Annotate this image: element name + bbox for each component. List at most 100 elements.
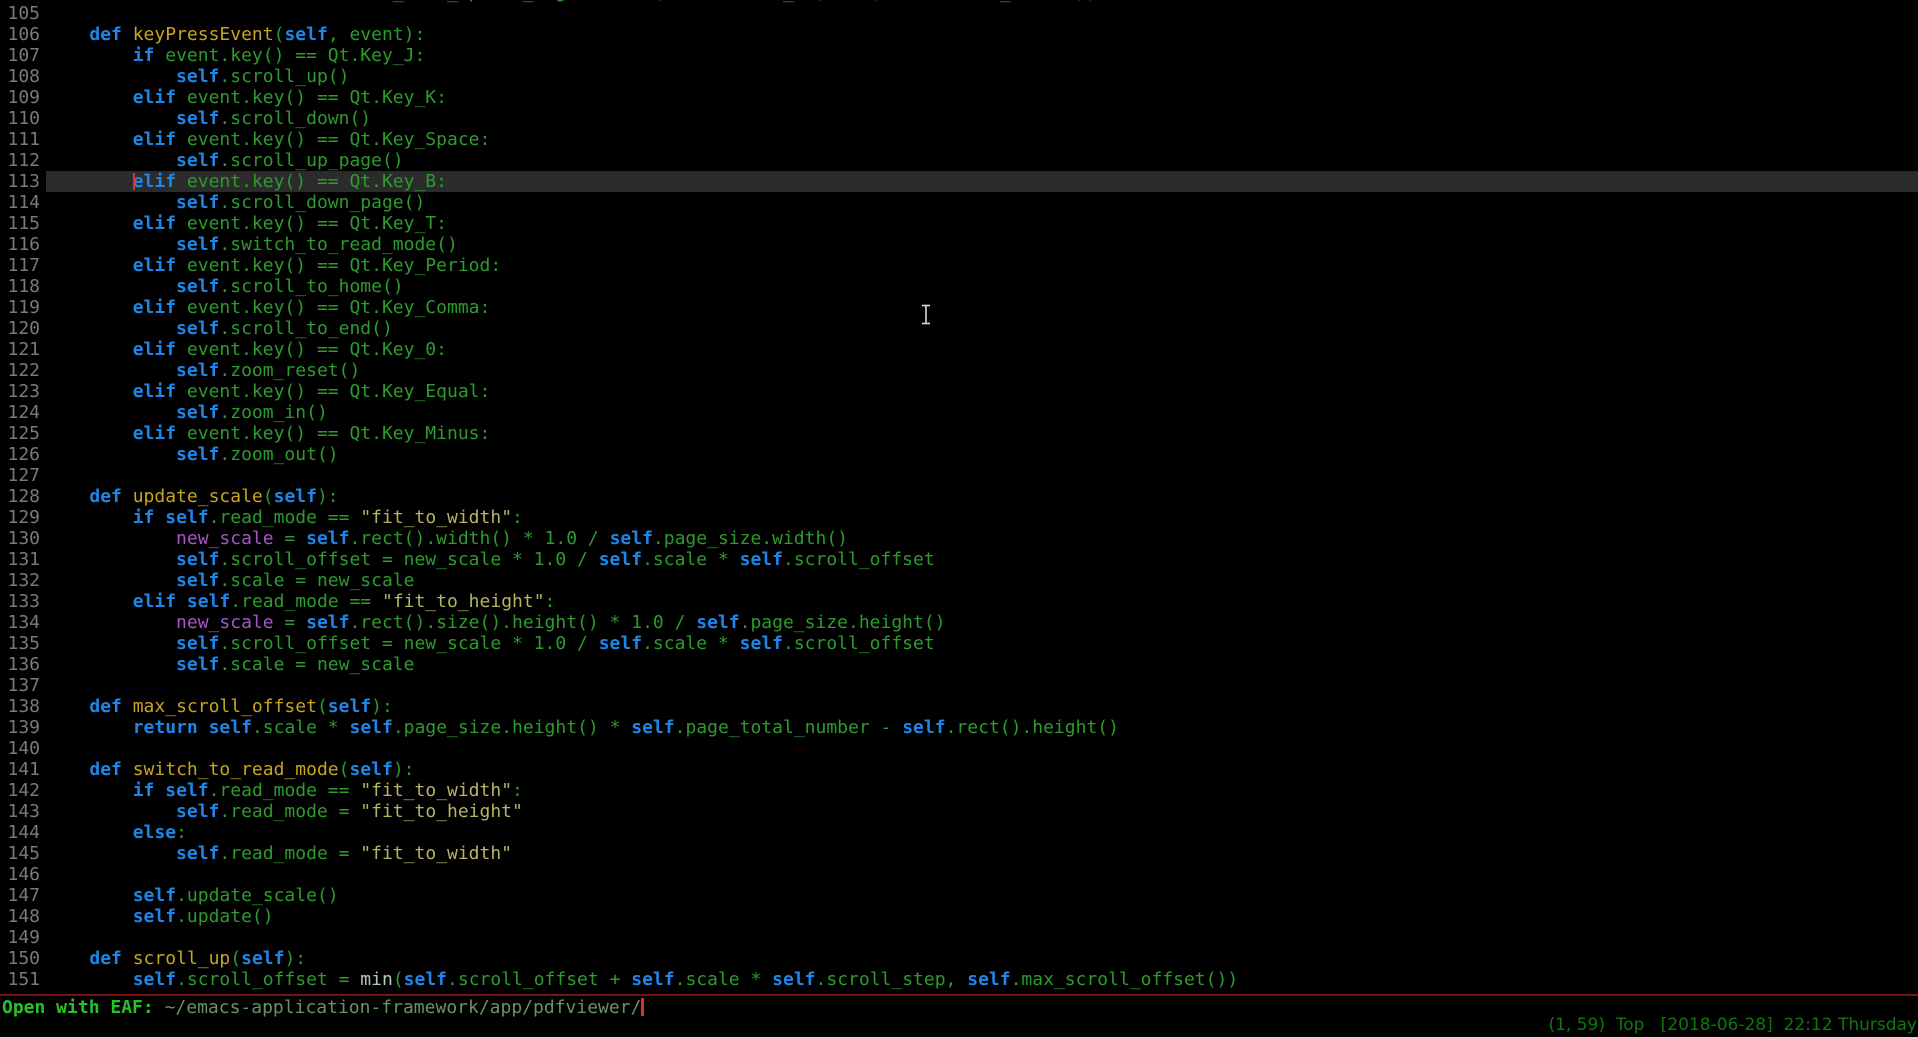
mode-line-divider [0, 994, 1918, 996]
code-line[interactable]: 136 self.scale = new_scale [0, 654, 1918, 675]
code-line[interactable]: 107 if event.key() == Qt.Key_J: [0, 45, 1918, 66]
line-number: 135 [0, 633, 46, 654]
code-line[interactable]: 135 self.scroll_offset = new_scale * 1.0… [0, 633, 1918, 654]
code-line[interactable]: 142 if self.read_mode == "fit_to_width": [0, 780, 1918, 801]
code-line[interactable]: 108 self.scroll_up() [0, 66, 1918, 87]
line-number: 130 [0, 528, 46, 549]
code-line[interactable]: 117 elif event.key() == Qt.Key_Period: [0, 255, 1918, 276]
code-line[interactable]: 128 def update_scale(self): [0, 486, 1918, 507]
code-text: self.zoom_reset() [46, 360, 1918, 381]
line-number: 109 [0, 87, 46, 108]
code-line[interactable]: 127 [0, 465, 1918, 486]
code-line[interactable]: 137 [0, 675, 1918, 696]
line-number: 121 [0, 339, 46, 360]
line-number: 126 [0, 444, 46, 465]
code-line[interactable]: 118 self.scroll_to_home() [0, 276, 1918, 297]
code-text: def scroll_up(self): [46, 948, 1918, 969]
code-line[interactable]: 133 elif self.read_mode == "fit_to_heigh… [0, 591, 1918, 612]
code-line[interactable]: 123 elif event.key() == Qt.Key_Equal: [0, 381, 1918, 402]
line-number: 116 [0, 234, 46, 255]
code-line[interactable]: 115 elif event.key() == Qt.Key_T: [0, 213, 1918, 234]
code-line[interactable]: 143 self.read_mode = "fit_to_height" [0, 801, 1918, 822]
line-number: 107 [0, 45, 46, 66]
code-line[interactable]: 110 self.scroll_down() [0, 108, 1918, 129]
line-number: 133 [0, 591, 46, 612]
code-text: self.update() [46, 906, 1918, 927]
minibuffer-text-cursor [641, 998, 644, 1016]
line-number: 129 [0, 507, 46, 528]
code-line[interactable]: 111 elif event.key() == Qt.Key_Space: [0, 129, 1918, 150]
code-text [46, 927, 1918, 948]
code-line[interactable]: 119 elif event.key() == Qt.Key_Comma: [0, 297, 1918, 318]
line-number: 144 [0, 822, 46, 843]
code-text: self.read_mode = "fit_to_height" [46, 801, 1918, 822]
line-number: 105 [0, 3, 46, 24]
code-line[interactable]: 114 self.scroll_down_page() [0, 192, 1918, 213]
line-number: 114 [0, 192, 46, 213]
line-number: 134 [0, 612, 46, 633]
line-number: 106 [0, 24, 46, 45]
code-line[interactable]: 151 self.scroll_offset = min(self.scroll… [0, 969, 1918, 990]
code-line[interactable]: 134 new_scale = self.rect().size().heigh… [0, 612, 1918, 633]
code-line[interactable]: 125 elif event.key() == Qt.Key_Minus: [0, 423, 1918, 444]
code-text: self.update_scale() [46, 885, 1918, 906]
code-text: elif event.key() == Qt.Key_Space: [46, 129, 1918, 150]
code-text: elif event.key() == Qt.Key_Period: [46, 255, 1918, 276]
code-text: def keyPressEvent(self, event): [46, 24, 1918, 45]
code-text: elif event.key() == Qt.Key_0: [46, 339, 1918, 360]
code-text: elif event.key() == Qt.Key_Comma: [46, 297, 1918, 318]
line-number: 145 [0, 843, 46, 864]
code-line[interactable]: 131 self.scroll_offset = new_scale * 1.0… [0, 549, 1918, 570]
minibuffer-input[interactable]: ~/emacs-application-framework/app/pdfvie… [165, 997, 642, 1018]
line-number: 108 [0, 66, 46, 87]
code-line[interactable]: 145 self.read_mode = "fit_to_width" [0, 843, 1918, 864]
code-text: elif event.key() == Qt.Key_K: [46, 87, 1918, 108]
code-text: def switch_to_read_mode(self): [46, 759, 1918, 780]
code-line-current[interactable]: 113 elif event.key() == Qt.Key_B: [0, 171, 1918, 192]
minibuffer[interactable]: Open with EAF: ~/emacs-application-frame… [2, 997, 644, 1018]
code-line[interactable]: 144 else: [0, 822, 1918, 843]
code-line[interactable]: 116 self.switch_to_read_mode() [0, 234, 1918, 255]
code-line[interactable]: 141 def switch_to_read_mode(self): [0, 759, 1918, 780]
emacs-frame: { "colors": { "keyword": "#1E86E8", "fun… [0, 0, 1918, 1037]
line-number: 113 [0, 171, 46, 192]
line-number: 150 [0, 948, 46, 969]
code-line[interactable]: 147 self.update_scale() [0, 885, 1918, 906]
code-line[interactable]: 106 def keyPressEvent(self, event): [0, 24, 1918, 45]
line-number: 140 [0, 738, 46, 759]
code-line[interactable]: 140 [0, 738, 1918, 759]
code-text: self.scroll_offset = min(self.scroll_off… [46, 969, 1918, 990]
code-line[interactable]: 124 self.zoom_in() [0, 402, 1918, 423]
code-line[interactable]: 112 self.scroll_up_page() [0, 150, 1918, 171]
code-line[interactable]: 126 self.zoom_out() [0, 444, 1918, 465]
code-line[interactable]: 138 def max_scroll_offset(self): [0, 696, 1918, 717]
code-text: elif event.key() == Qt.Key_T: [46, 213, 1918, 234]
line-number: 128 [0, 486, 46, 507]
code-line[interactable]: 139 return self.scale * self.page_size.h… [0, 717, 1918, 738]
line-number: 147 [0, 885, 46, 906]
code-line[interactable]: 121 elif event.key() == Qt.Key_0: [0, 339, 1918, 360]
code-line[interactable]: 122 self.zoom_reset() [0, 360, 1918, 381]
code-text: if event.key() == Qt.Key_J: [46, 45, 1918, 66]
code-line[interactable]: 148 self.update() [0, 906, 1918, 927]
line-number: 115 [0, 213, 46, 234]
code-line[interactable]: 105 [0, 3, 1918, 24]
code-line[interactable]: 132 self.scale = new_scale [0, 570, 1918, 591]
code-line[interactable]: 120 self.scroll_to_end() [0, 318, 1918, 339]
status-tray: (1, 59) Top [2018-06-28] 22:12 Thursday [1548, 1015, 1917, 1035]
code-line[interactable]: 109 elif event.key() == Qt.Key_K: [0, 87, 1918, 108]
line-number: 122 [0, 360, 46, 381]
code-text: elif event.key() == Qt.Key_Minus: [46, 423, 1918, 444]
code-line[interactable]: 150 def scroll_up(self): [0, 948, 1918, 969]
code-line[interactable]: 129 if self.read_mode == "fit_to_width": [0, 507, 1918, 528]
line-number: 151 [0, 969, 46, 990]
code-text: elif self.read_mode == "fit_to_height": [46, 591, 1918, 612]
code-line[interactable]: 146 [0, 864, 1918, 885]
code-text: self.scroll_up() [46, 66, 1918, 87]
code-buffer[interactable]: 104 self.buffer.caller.first_file_update… [0, 0, 1918, 990]
code-text [46, 864, 1918, 885]
code-line[interactable]: 149 [0, 927, 1918, 948]
code-line[interactable]: 130 new_scale = self.rect().width() * 1.… [0, 528, 1918, 549]
code-text: else: [46, 822, 1918, 843]
line-number: 138 [0, 696, 46, 717]
